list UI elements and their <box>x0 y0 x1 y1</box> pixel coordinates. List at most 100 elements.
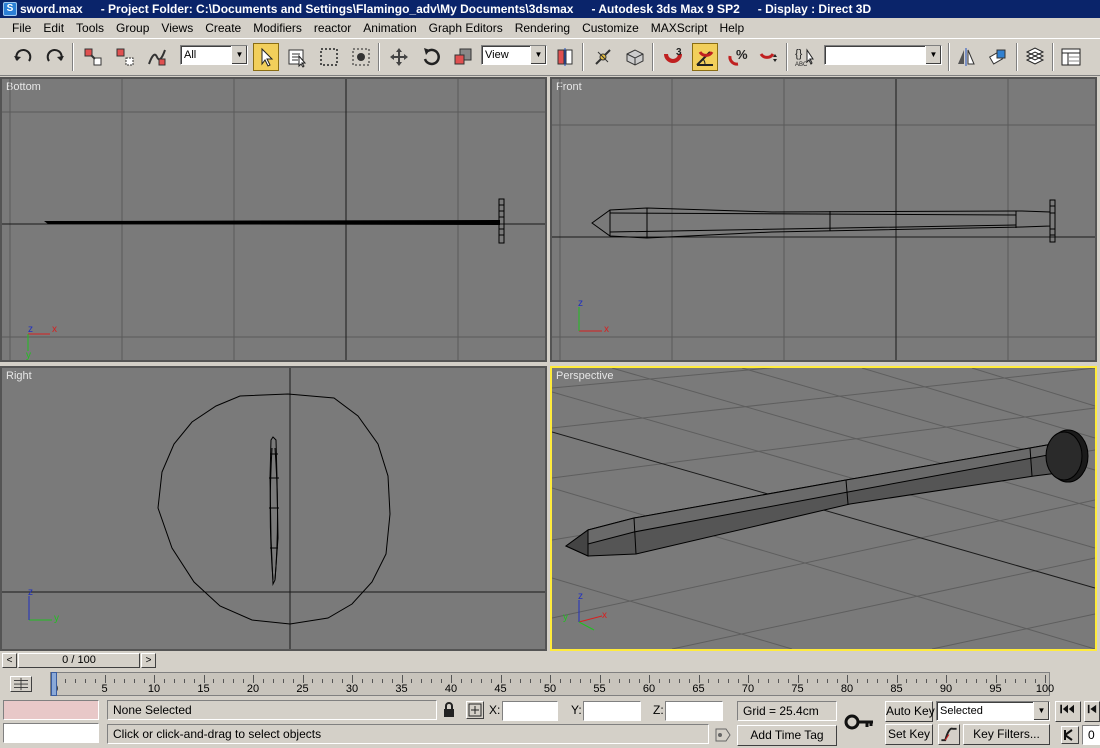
track-bar[interactable]: 0510152025303540455055606570758085909510… <box>0 670 1100 698</box>
track-tick <box>84 679 86 683</box>
current-frame-field[interactable]: 0 <box>1082 725 1100 745</box>
selection-filter-dropdown[interactable]: All ▼ <box>180 45 248 65</box>
key-mode-dropdown[interactable]: Selected ▼ <box>936 701 1050 721</box>
y-coordinate-field[interactable] <box>583 701 641 721</box>
time-slider-next-button[interactable]: > <box>141 653 156 668</box>
time-slider-prev-button[interactable]: < <box>2 653 17 668</box>
selection-lock-icon[interactable] <box>441 702 457 718</box>
use-pivot-center-icon[interactable] <box>552 43 578 71</box>
menu-create[interactable]: Create <box>199 18 247 38</box>
snaps-toggle-icon[interactable]: 3 <box>660 43 686 71</box>
track-tick <box>708 679 710 683</box>
maxscript-listener-input[interactable] <box>3 723 99 743</box>
menu-file[interactable]: File <box>6 18 37 38</box>
track-tick <box>163 679 165 683</box>
select-and-manipulate-icon[interactable] <box>590 43 616 71</box>
bind-to-space-warp-icon[interactable] <box>144 43 170 71</box>
menu-edit[interactable]: Edit <box>37 18 70 38</box>
track-tick <box>599 675 601 683</box>
title-bar: S sword.max - Project Folder: C:\Documen… <box>0 0 1100 18</box>
current-frame-marker[interactable] <box>51 672 57 696</box>
viewport-front[interactable]: Front z x <box>550 77 1097 362</box>
select-and-scale-icon[interactable] <box>450 43 476 71</box>
rectangular-selection-icon[interactable] <box>316 43 342 71</box>
menu-group[interactable]: Group <box>110 18 155 38</box>
menu-reactor[interactable]: reactor <box>308 18 357 38</box>
spinner-snap-icon[interactable] <box>756 43 782 71</box>
select-and-rotate-icon[interactable] <box>418 43 444 71</box>
menu-animation[interactable]: Animation <box>357 18 422 38</box>
add-time-tag-button[interactable]: Add Time Tag <box>737 725 837 746</box>
track-tick <box>411 679 413 683</box>
viewport-bottom[interactable]: Bottom z x y <box>0 77 547 362</box>
menu-views[interactable]: Views <box>155 18 199 38</box>
angle-snap-toggle-icon[interactable] <box>692 43 718 71</box>
select-and-link-icon[interactable] <box>80 43 106 71</box>
svg-text:{}: {} <box>795 48 803 60</box>
track-tick <box>332 679 334 683</box>
track-tick <box>371 679 373 683</box>
track-tick <box>649 675 650 683</box>
z-coordinate-label: Z: <box>653 703 664 717</box>
track-tick <box>1045 675 1046 683</box>
menu-tools[interactable]: Tools <box>70 18 110 38</box>
percent-snap-icon[interactable]: % <box>724 43 750 71</box>
unlink-selection-icon[interactable] <box>112 43 138 71</box>
sword-front-view <box>591 207 1051 239</box>
go-to-start-button[interactable] <box>1055 701 1081 722</box>
track-ruler[interactable]: 0510152025303540455055606570758085909510… <box>50 672 1054 696</box>
undo-icon[interactable] <box>10 43 36 71</box>
track-tick <box>965 679 967 683</box>
menu-help[interactable]: Help <box>713 18 750 38</box>
align-icon[interactable] <box>985 43 1011 71</box>
sword-perspective-view <box>565 429 1089 557</box>
select-by-name-icon[interactable] <box>284 43 310 71</box>
maxscript-listener-mini[interactable] <box>3 700 99 720</box>
track-tick <box>233 679 235 683</box>
absolute-mode-transform-icon[interactable] <box>466 701 484 719</box>
select-and-move-icon[interactable] <box>386 43 412 71</box>
curve-editor-icon[interactable] <box>1058 43 1084 71</box>
track-tick <box>510 679 512 683</box>
track-tick <box>896 675 898 683</box>
viewport-perspective[interactable]: Perspective z x y <box>550 366 1097 651</box>
x-coordinate-field[interactable] <box>502 701 558 721</box>
menu-rendering[interactable]: Rendering <box>509 18 576 38</box>
track-tick-label: 70 <box>741 683 755 695</box>
mini-curve-editor-toggle[interactable] <box>10 676 32 692</box>
auto-key-button[interactable]: Auto Key <box>885 701 935 722</box>
sword-blade-right-view <box>269 436 279 586</box>
time-configuration-icon[interactable] <box>1061 726 1079 744</box>
menu-graph-editors[interactable]: Graph Editors <box>423 18 509 38</box>
redo-icon[interactable] <box>42 43 68 71</box>
edit-named-selection-icon[interactable]: {} ABC <box>792 43 818 71</box>
time-slider-thumb[interactable]: 0 / 100 <box>18 653 140 668</box>
sword-guard-right-view <box>157 393 391 625</box>
mirror-icon[interactable] <box>953 43 979 71</box>
app-logo-icon[interactable]: S <box>3 2 17 16</box>
layer-manager-icon[interactable] <box>1022 43 1048 71</box>
menu-maxscript[interactable]: MAXScript <box>645 18 714 38</box>
track-tick <box>787 679 789 683</box>
menu-customize[interactable]: Customize <box>576 18 645 38</box>
default-in-out-tangents-icon[interactable] <box>938 724 960 745</box>
title-file: sword.max <box>20 2 83 16</box>
key-icon[interactable] <box>843 710 875 734</box>
key-filters-button[interactable]: Key Filters... <box>963 724 1050 745</box>
menu-modifiers[interactable]: Modifiers <box>247 18 308 38</box>
track-tick <box>1025 679 1027 683</box>
select-object-icon[interactable] <box>253 43 279 71</box>
window-crossing-icon[interactable] <box>348 43 374 71</box>
previous-frame-button[interactable] <box>1084 701 1100 722</box>
reference-coord-dropdown[interactable]: View ▼ <box>481 45 547 65</box>
keyboard-shortcut-override-icon[interactable] <box>622 43 648 71</box>
track-tick <box>460 679 462 683</box>
track-tick <box>401 675 403 683</box>
named-selection-dropdown[interactable]: ▼ <box>824 45 942 65</box>
prompt-line: Click or click-and-drag to select object… <box>107 724 709 744</box>
track-tick <box>906 679 908 683</box>
z-coordinate-field[interactable] <box>665 701 723 721</box>
track-tick-label: 25 <box>296 683 309 695</box>
set-key-button[interactable]: Set Key <box>885 724 933 745</box>
viewport-right[interactable]: Right z y <box>0 366 547 651</box>
